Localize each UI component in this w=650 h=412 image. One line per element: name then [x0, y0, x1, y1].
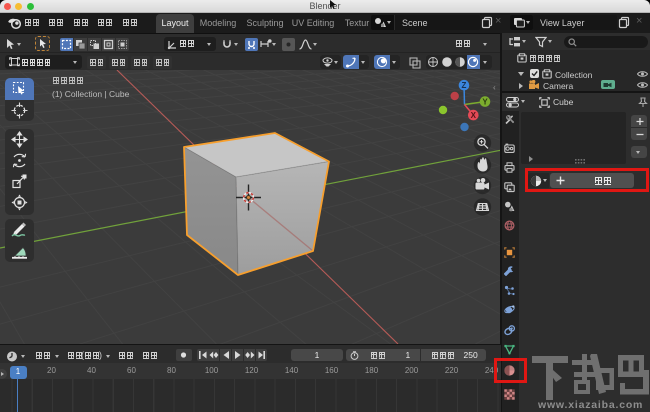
- svg-text:Y: Y: [482, 97, 488, 106]
- svg-text:X: X: [471, 111, 477, 120]
- svg-text:Z: Z: [462, 81, 467, 90]
